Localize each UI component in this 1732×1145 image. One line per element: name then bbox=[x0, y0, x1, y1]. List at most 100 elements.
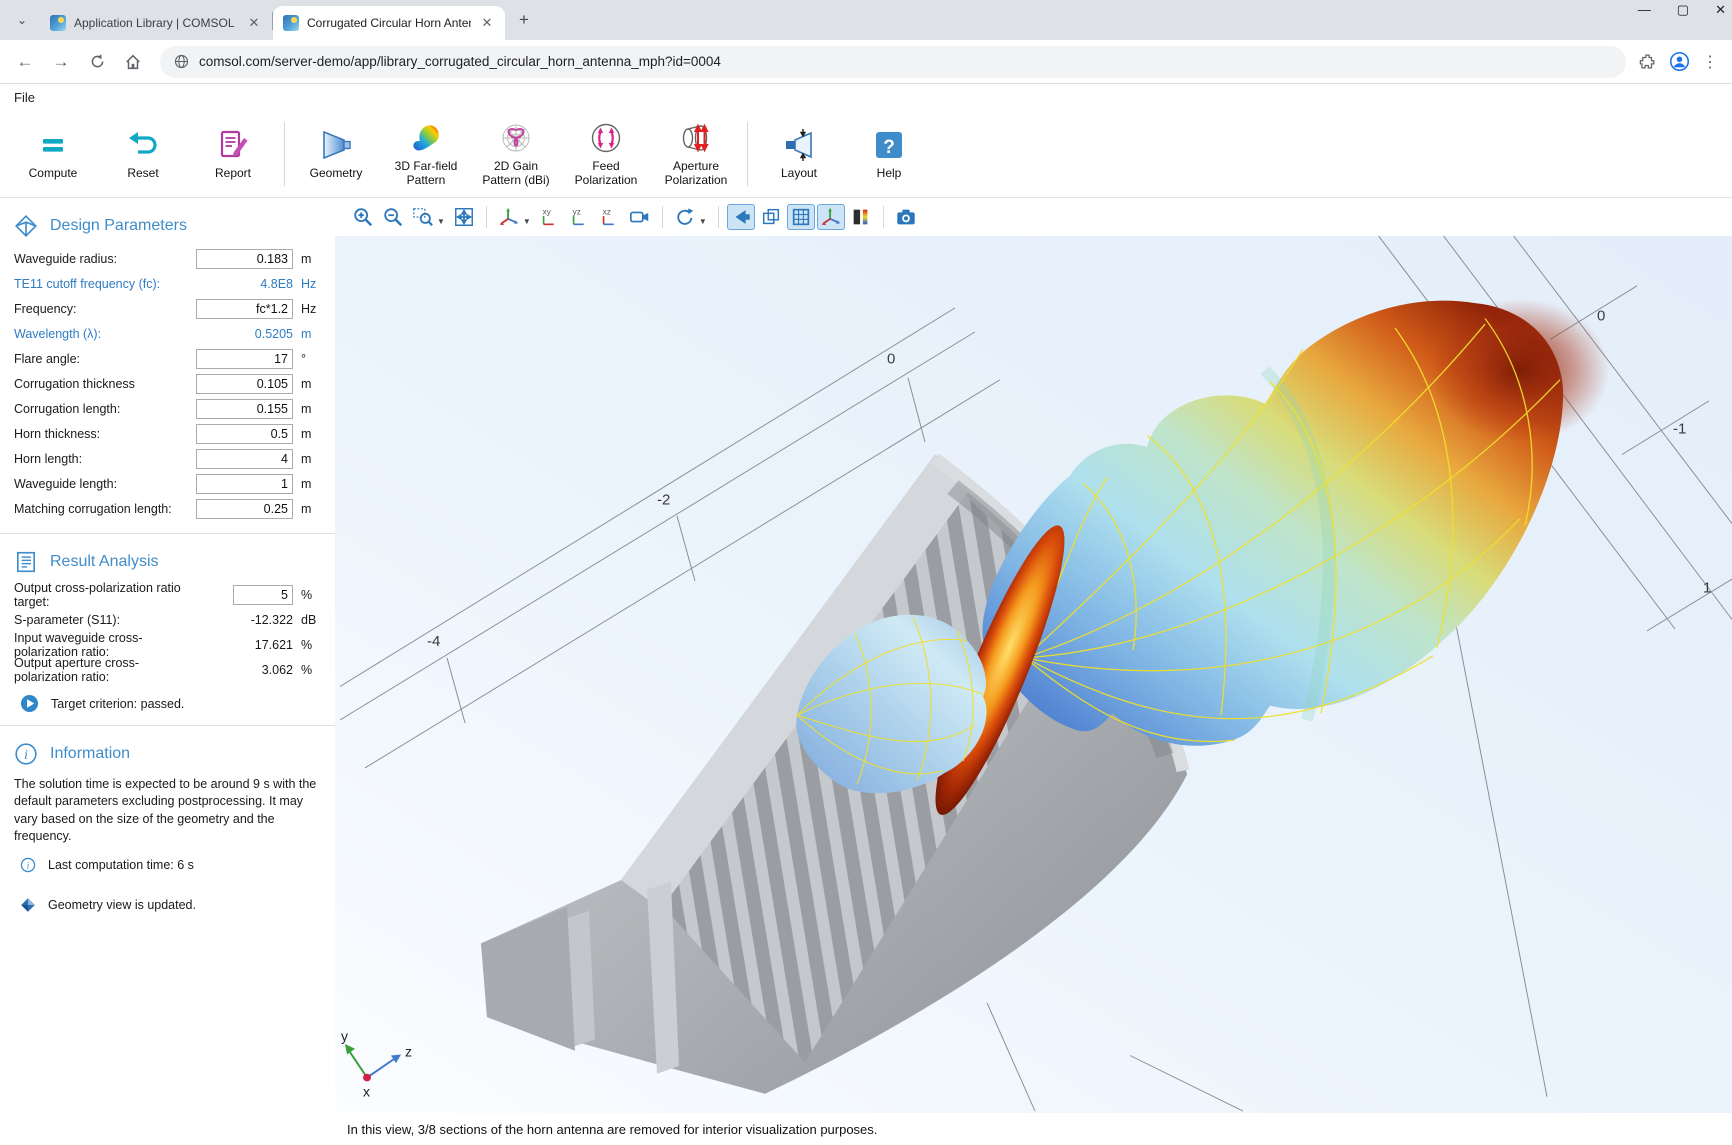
frequency-input[interactable] bbox=[196, 299, 293, 319]
extensions-icon[interactable] bbox=[1638, 52, 1657, 71]
layout-button[interactable]: Layout bbox=[754, 127, 844, 180]
waveguide-radius-input[interactable] bbox=[196, 249, 293, 269]
view-yz-icon: yz bbox=[569, 206, 591, 228]
go-to-default-view-button[interactable] bbox=[495, 204, 523, 230]
reload-icon[interactable] bbox=[82, 47, 112, 77]
gain-2d-button[interactable]: 2D Gain Pattern (dBi) bbox=[471, 120, 561, 187]
minimize-button[interactable]: — bbox=[1638, 2, 1651, 18]
horn-length-input[interactable] bbox=[196, 449, 293, 469]
transparency-toggle[interactable] bbox=[757, 204, 785, 230]
site-info-globe-icon[interactable] bbox=[174, 54, 189, 69]
cross-polarization-target-input[interactable] bbox=[233, 585, 293, 605]
color-legend-toggle[interactable] bbox=[847, 204, 875, 230]
zoom-in-button[interactable] bbox=[349, 204, 377, 230]
info-small-icon: i bbox=[20, 857, 36, 873]
param-row-horn-length: Horn length: m bbox=[0, 446, 335, 471]
target-criterion-status: Target criterion: passed. bbox=[0, 682, 335, 713]
view-yz-button[interactable]: yz bbox=[566, 204, 594, 230]
projection-camera-icon bbox=[629, 206, 651, 228]
tab-close-icon[interactable]: ✕ bbox=[246, 15, 262, 31]
default-view-triad-icon bbox=[498, 206, 520, 228]
close-window-button[interactable]: ✕ bbox=[1715, 2, 1726, 18]
tick-label: -4 bbox=[427, 634, 440, 650]
view-xz-button[interactable]: xz bbox=[596, 204, 624, 230]
geometry-updated-icon bbox=[20, 897, 36, 913]
geometry-button[interactable]: Geometry bbox=[291, 127, 381, 180]
matching-corrugation-length-input[interactable] bbox=[196, 499, 293, 519]
result-row-s-parameter: S-parameter (S11): -12.322 dB bbox=[0, 607, 335, 632]
zoom-box-caret[interactable]: ▼ bbox=[437, 217, 445, 226]
report-button[interactable]: Report bbox=[188, 127, 278, 180]
grid-toggle[interactable] bbox=[787, 204, 815, 230]
chrome-menu-icon[interactable]: ⋮ bbox=[1702, 52, 1718, 72]
rotate-view-button[interactable] bbox=[671, 204, 699, 230]
svg-text:xz: xz bbox=[603, 207, 611, 216]
graphics-viewport: ▼ ▼ xy yz xz ▼ bbox=[335, 198, 1732, 1145]
home-icon[interactable] bbox=[118, 47, 148, 77]
back-icon[interactable]: ← bbox=[10, 47, 40, 77]
color-legend-icon bbox=[850, 206, 872, 228]
svg-text:?: ? bbox=[883, 137, 895, 158]
section-title: Result Analysis bbox=[50, 553, 159, 571]
settings-sidebar: Design Parameters Waveguide radius: m TE… bbox=[0, 198, 335, 1145]
flare-angle-input[interactable] bbox=[196, 349, 293, 369]
reset-button[interactable]: Reset bbox=[98, 127, 188, 180]
3d-scene[interactable]: 0 -2 -4 0 -1 1 bbox=[335, 236, 1732, 1113]
forward-icon[interactable]: → bbox=[46, 47, 76, 77]
help-icon: ? bbox=[871, 127, 907, 163]
zoom-out-button[interactable] bbox=[379, 204, 407, 230]
new-tab-button[interactable]: + bbox=[511, 7, 537, 33]
design-parameters-icon bbox=[14, 214, 38, 238]
param-row-waveguide-radius: Waveguide radius: m bbox=[0, 246, 335, 271]
tab-search-button[interactable]: ⌄ bbox=[8, 6, 36, 34]
projection-button[interactable] bbox=[626, 204, 654, 230]
default-view-caret[interactable]: ▼ bbox=[523, 217, 531, 226]
file-menu[interactable]: File bbox=[14, 90, 35, 105]
last-computation-status: i Last computation time: 6 s bbox=[0, 845, 335, 873]
waveguide-length-input[interactable] bbox=[196, 474, 293, 494]
aperture-polarization-button[interactable]: Aperture Polarization bbox=[651, 120, 741, 187]
tick-label: 0 bbox=[1597, 309, 1605, 325]
compute-button[interactable]: Compute bbox=[8, 127, 98, 180]
graphics-toolbar: ▼ ▼ xy yz xz ▼ bbox=[335, 198, 1732, 236]
show-geometry-toggle[interactable] bbox=[727, 204, 755, 230]
tick-label: -2 bbox=[657, 493, 670, 509]
screenshot-button[interactable] bbox=[892, 204, 920, 230]
feed-polarization-button[interactable]: Feed Polarization bbox=[561, 120, 651, 187]
chrome-action-icons: ⋮ bbox=[1638, 51, 1722, 72]
corrugation-length-input[interactable] bbox=[196, 399, 293, 419]
axes-triad-icon bbox=[820, 206, 842, 228]
tab-horn-antenna[interactable]: Corrugated Circular Horn Anten ✕ bbox=[273, 6, 505, 40]
profile-avatar-icon[interactable] bbox=[1669, 51, 1690, 72]
transparency-cube-icon bbox=[760, 206, 782, 228]
result-row-output-ratio: Output aperture cross-polarization ratio… bbox=[0, 657, 335, 682]
zoom-extents-button[interactable] bbox=[450, 204, 478, 230]
section-divider bbox=[0, 533, 335, 534]
svg-text:i: i bbox=[24, 747, 28, 763]
maximize-button[interactable]: ▢ bbox=[1677, 2, 1689, 18]
result-row-target: Output cross-polarization ratio target: … bbox=[0, 582, 335, 607]
axes-toggle[interactable] bbox=[817, 204, 845, 230]
app-menubar: File bbox=[0, 84, 1732, 110]
param-row-corrugation-thickness: Corrugation thickness m bbox=[0, 371, 335, 396]
feed-polarization-icon bbox=[588, 120, 624, 156]
param-row-te11-cutoff: TE11 cutoff frequency (fc): 4.8E8 Hz bbox=[0, 271, 335, 296]
section-divider bbox=[0, 725, 335, 726]
help-button[interactable]: ? Help bbox=[844, 127, 934, 180]
farfield-3d-button[interactable]: 3D Far-field Pattern bbox=[381, 120, 471, 187]
rotate-caret[interactable]: ▼ bbox=[699, 217, 707, 226]
geometry-updated-text: Geometry view is updated. bbox=[48, 898, 196, 912]
comsol-favicon bbox=[50, 15, 66, 31]
zoom-box-button[interactable] bbox=[409, 204, 437, 230]
horn-thickness-input[interactable] bbox=[196, 424, 293, 444]
view-xy-icon: xy bbox=[539, 206, 561, 228]
param-row-frequency: Frequency: Hz bbox=[0, 296, 335, 321]
tick-label: -1 bbox=[1673, 422, 1686, 438]
zoom-in-icon bbox=[352, 206, 374, 228]
tab-close-icon[interactable]: ✕ bbox=[479, 15, 495, 31]
address-bar[interactable]: comsol.com/server-demo/app/library_corru… bbox=[160, 46, 1626, 78]
view-xy-button[interactable]: xy bbox=[536, 204, 564, 230]
corrugation-thickness-input[interactable] bbox=[196, 374, 293, 394]
tab-application-library[interactable]: Application Library | COMSOL S ✕ bbox=[40, 6, 272, 40]
output-ratio-value: 3.062 bbox=[262, 663, 293, 677]
